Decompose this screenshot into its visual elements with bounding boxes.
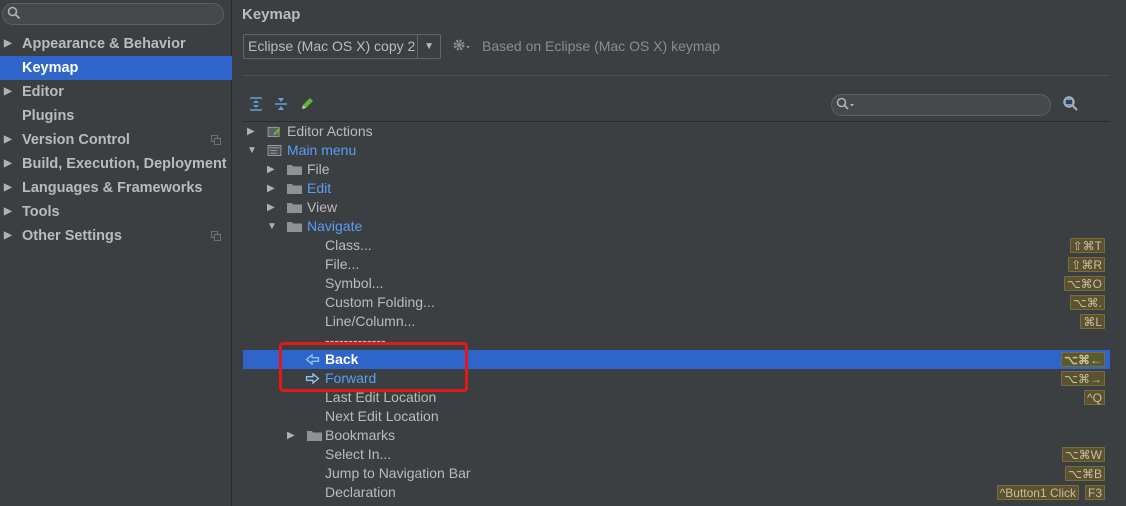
sidebar-item-label: Version Control xyxy=(22,132,130,148)
sidebar-item[interactable]: ▶ Appearance & Behavior xyxy=(0,32,232,56)
sidebar-item-label: Editor xyxy=(22,84,64,100)
sidebar-item[interactable]: ▶ Other Settings xyxy=(0,224,232,248)
sidebar-item-label: Appearance & Behavior xyxy=(22,36,186,52)
scheme-value: Eclipse (Mac OS X) copy 2 xyxy=(248,38,416,54)
tree-row-label: Class... xyxy=(325,237,372,253)
tree-row[interactable]: Select In... ⌥⌘W xyxy=(243,445,1110,464)
edit-pencil-icon[interactable] xyxy=(299,96,315,112)
tree-row-label: Jump to Navigation Bar xyxy=(325,465,471,481)
chevron-right-icon[interactable]: ▶ xyxy=(4,200,12,224)
shortcut-badge: ⌥⌘B xyxy=(1065,466,1105,481)
tree-row-label: Declaration xyxy=(325,484,396,500)
shortcut-badge: ⌥⌘← xyxy=(1061,352,1105,367)
shortcut-badge: ⇧⌘T xyxy=(1069,238,1105,253)
tree-row-label: Next Edit Location xyxy=(325,408,439,424)
sidebar-item[interactable]: ▶ Editor xyxy=(0,80,232,104)
settings-sidebar: ▶ Appearance & Behavior Keymap ▶ Editor Plugi… xyxy=(0,0,232,506)
page-title: Keymap xyxy=(242,6,301,23)
tree-row[interactable]: Line/Column... ⌘L xyxy=(243,312,1110,331)
annotation-highlight-box xyxy=(279,342,468,392)
divider xyxy=(243,75,1109,76)
sidebar-item[interactable]: ▶ Version Control xyxy=(0,128,232,152)
shortcut-badge: ^Button1 Click xyxy=(996,485,1079,500)
tree-row[interactable]: ▶ Editor Actions xyxy=(243,122,1110,141)
shortcut-badge: ⌥⌘→ xyxy=(1061,371,1105,386)
tree-row[interactable]: ▶ Edit xyxy=(243,179,1110,198)
tree-row-label: View xyxy=(307,199,338,215)
sidebar-item[interactable]: ▶ Languages & Frameworks xyxy=(0,176,232,200)
chevron-right-icon[interactable]: ▶ xyxy=(287,426,295,445)
chevron-right-icon[interactable]: ▶ xyxy=(267,198,275,217)
tree-row-label: Line/Column... xyxy=(325,313,416,329)
find-by-shortcut-icon[interactable] xyxy=(1061,95,1079,116)
gear-icon[interactable] xyxy=(451,37,473,58)
chevron-right-icon[interactable]: ▶ xyxy=(4,176,12,200)
sidebar-item-label: Languages & Frameworks xyxy=(22,180,203,196)
tree-row-label: File... xyxy=(325,256,360,272)
tree-row-label: Editor Actions xyxy=(287,123,373,139)
sidebar-item[interactable]: ▶ Build, Execution, Deployment xyxy=(0,152,232,176)
shortcut-badge: ⇧⌘R xyxy=(1068,257,1105,272)
sidebar-item-label: Build, Execution, Deployment xyxy=(22,156,227,172)
sidebar-item-label: Keymap xyxy=(22,60,79,76)
shortcut-badge: F3 xyxy=(1084,485,1105,500)
sidebar-item[interactable]: Keymap xyxy=(0,56,232,80)
shortcut-badge: ⌥⌘W xyxy=(1061,447,1105,462)
tree-row[interactable]: ▼ Navigate xyxy=(243,217,1110,236)
chevron-down-icon[interactable]: ▼ xyxy=(247,141,257,160)
project-level-icon xyxy=(211,135,221,145)
tree-row-label: Bookmarks xyxy=(325,427,396,443)
tree-row[interactable]: ▶ Bookmarks xyxy=(243,426,1110,445)
search-icon xyxy=(7,6,21,23)
sidebar-item[interactable]: ▶ Tools xyxy=(0,200,232,224)
chevron-right-icon[interactable]: ▶ xyxy=(247,122,255,141)
tree-row[interactable]: Custom Folding... ⌥⌘. xyxy=(243,293,1110,312)
tree-row[interactable]: Next Edit Location xyxy=(243,407,1110,426)
tree-row[interactable]: ▶ File xyxy=(243,160,1110,179)
shortcut-badge: ⌥⌘. xyxy=(1069,295,1105,310)
collapse-all-icon[interactable] xyxy=(273,96,289,112)
chevron-right-icon[interactable]: ▶ xyxy=(4,32,12,56)
tree-row[interactable]: File... ⇧⌘R xyxy=(243,255,1110,274)
shortcut-badge: ⌘L xyxy=(1080,314,1105,329)
expand-all-icon[interactable] xyxy=(248,96,264,112)
chevron-right-icon[interactable]: ▶ xyxy=(267,179,275,198)
keymap-panel: Keymap Eclipse (Mac OS X) copy 2 ▼ Based… xyxy=(233,0,1126,506)
settings-search-input[interactable] xyxy=(2,3,224,25)
shortcut-badge: ⌥⌘O xyxy=(1063,276,1105,291)
tree-row[interactable]: Jump to Navigation Bar ⌥⌘B xyxy=(243,464,1110,483)
keymap-filter-input[interactable] xyxy=(831,94,1051,116)
based-on-label: Based on Eclipse (Mac OS X) keymap xyxy=(482,38,721,54)
tree-row[interactable]: Declaration ^Button1 Click F3 xyxy=(243,483,1110,502)
tree-row[interactable]: Class... ⇧⌘T xyxy=(243,236,1110,255)
tree-row-label: Navigate xyxy=(307,218,363,234)
tree-row-label: Custom Folding... xyxy=(325,294,435,310)
chevron-right-icon[interactable]: ▶ xyxy=(267,160,275,179)
chevron-right-icon[interactable]: ▶ xyxy=(4,80,12,104)
tree-row-label: File xyxy=(307,161,330,177)
keymap-actions-tree: ▶ Editor Actions ▼ Main menu ▶ File ▶ Edit ▶ View… xyxy=(243,121,1110,506)
sidebar-item-label: Other Settings xyxy=(22,228,122,244)
search-icon xyxy=(836,97,856,114)
tree-row[interactable]: Symbol... ⌥⌘O xyxy=(243,274,1110,293)
chevron-right-icon[interactable]: ▶ xyxy=(4,152,12,176)
shortcut-badge: ^Q xyxy=(1084,390,1105,405)
sidebar-item-label: Tools xyxy=(22,204,60,220)
chevron-down-icon: ▼ xyxy=(424,41,434,52)
tree-row-label: Edit xyxy=(307,180,332,196)
sidebar-item-label: Plugins xyxy=(22,108,75,124)
chevron-right-icon[interactable]: ▶ xyxy=(4,128,12,152)
tree-row-label: Symbol... xyxy=(325,275,384,291)
project-level-icon xyxy=(211,231,221,241)
chevron-right-icon[interactable]: ▶ xyxy=(4,224,12,248)
tree-row[interactable]: ▼ Main menu xyxy=(243,141,1110,160)
chevron-down-icon[interactable]: ▼ xyxy=(267,217,277,236)
tree-row[interactable]: ▶ View xyxy=(243,198,1110,217)
sidebar-item[interactable]: Plugins xyxy=(0,104,232,128)
keymap-scheme-select[interactable]: Eclipse (Mac OS X) copy 2 ▼ xyxy=(243,34,441,59)
tree-row-label: Select In... xyxy=(325,446,392,462)
tree-row-label: Main menu xyxy=(287,142,357,158)
